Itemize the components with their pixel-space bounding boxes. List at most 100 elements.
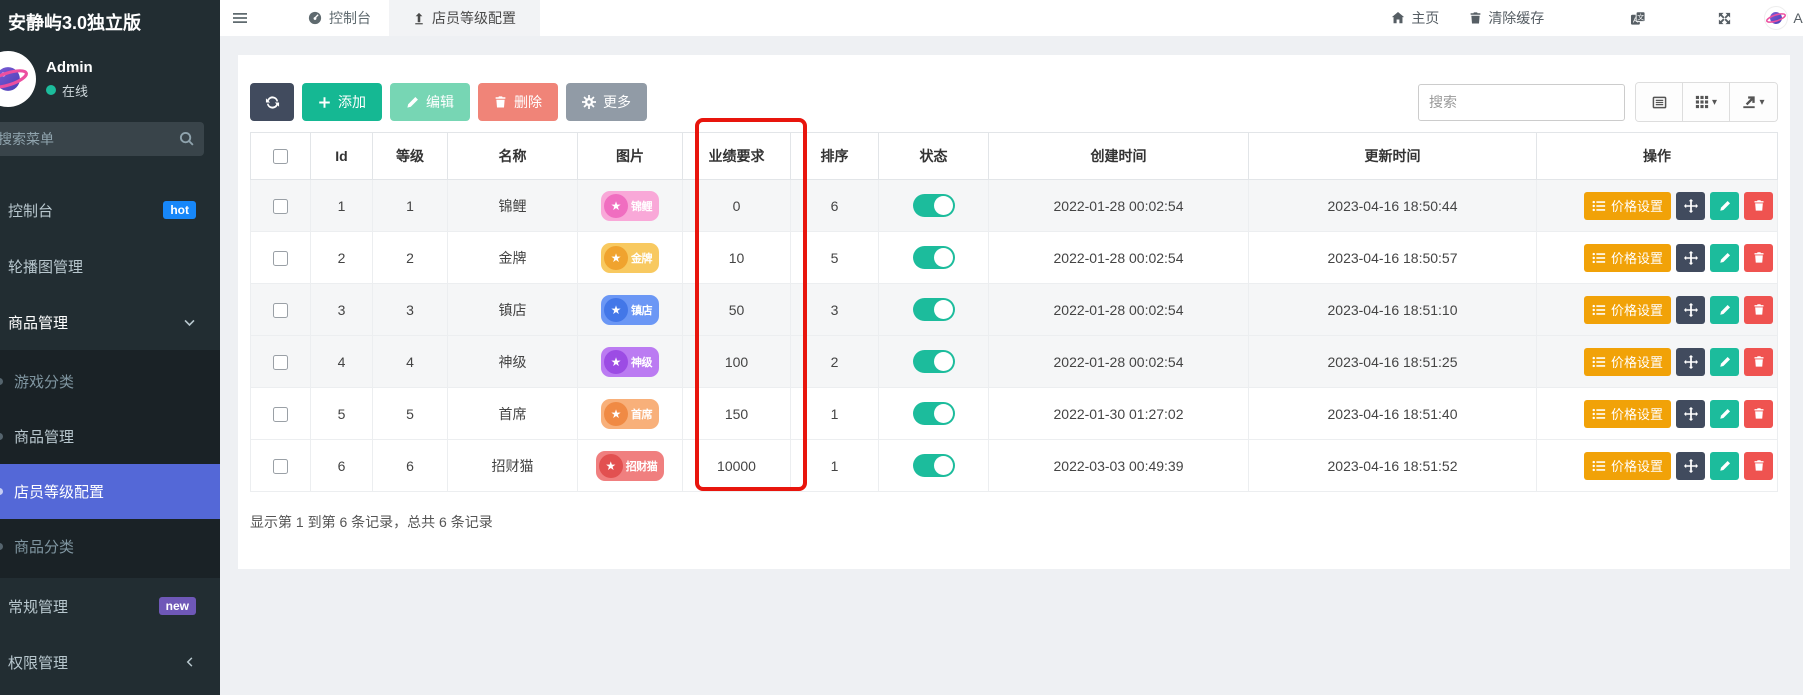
price-settings-button[interactable]: 价格设置 bbox=[1584, 296, 1671, 324]
translate-icon-button[interactable]: A 文 bbox=[1630, 11, 1646, 26]
add-button[interactable]: 添加 bbox=[302, 83, 382, 121]
price-settings-button[interactable]: 价格设置 bbox=[1584, 192, 1671, 220]
more-button[interactable]: 更多 bbox=[566, 83, 647, 121]
delete-row-button[interactable] bbox=[1744, 400, 1773, 428]
column-header[interactable]: 创建时间 bbox=[989, 133, 1249, 180]
price-settings-button[interactable]: 价格设置 bbox=[1584, 244, 1671, 272]
column-header[interactable]: 更新时间 bbox=[1249, 133, 1537, 180]
sidebar-item-goods-sub[interactable]: 商品管理 bbox=[0, 409, 220, 464]
sidebar-item-general-management[interactable]: 常规管理 new bbox=[0, 578, 220, 634]
column-header[interactable]: 等级 bbox=[373, 133, 448, 180]
cell-requirement: 0 bbox=[683, 180, 791, 232]
online-dot-icon bbox=[46, 85, 56, 95]
sidebar-toggle-button[interactable] bbox=[220, 0, 260, 36]
edit-row-button[interactable] bbox=[1710, 452, 1739, 480]
cell-level: 1 bbox=[373, 180, 448, 232]
home-link[interactable]: 主页 bbox=[1391, 8, 1439, 28]
status-toggle[interactable] bbox=[913, 454, 955, 477]
sidebar-item-label: 常规管理 bbox=[8, 596, 159, 617]
cell-sort: 3 bbox=[791, 284, 879, 336]
badge-text: 招财猫 bbox=[626, 458, 658, 474]
move-row-button[interactable] bbox=[1676, 244, 1705, 272]
tab-console[interactable]: 控制台 bbox=[290, 0, 389, 36]
price-settings-button[interactable]: 价格设置 bbox=[1584, 348, 1671, 376]
edit-row-button[interactable] bbox=[1710, 244, 1739, 272]
cell-name: 金牌 bbox=[448, 232, 578, 284]
delete-row-button[interactable] bbox=[1744, 244, 1773, 272]
table-view-button-group: ▾ ▾ bbox=[1635, 82, 1778, 122]
status-toggle[interactable] bbox=[913, 350, 955, 373]
edit-row-button[interactable] bbox=[1710, 400, 1739, 428]
edit-label: 编辑 bbox=[426, 92, 454, 112]
sidebar-item-goods-management[interactable]: 商品管理 bbox=[0, 294, 220, 350]
edit-row-button[interactable] bbox=[1710, 296, 1739, 324]
trash-icon bbox=[1753, 459, 1765, 472]
move-row-button[interactable] bbox=[1676, 452, 1705, 480]
cell-level: 5 bbox=[373, 388, 448, 440]
column-header[interactable]: 图片 bbox=[578, 133, 683, 180]
status-toggle[interactable] bbox=[913, 298, 955, 321]
price-settings-label: 价格设置 bbox=[1611, 196, 1663, 215]
cell-sort: 5 bbox=[791, 232, 879, 284]
trash-icon bbox=[494, 95, 507, 109]
move-row-button[interactable] bbox=[1676, 348, 1705, 376]
table-search-input[interactable] bbox=[1418, 84, 1625, 121]
row-checkbox[interactable] bbox=[273, 303, 288, 318]
topbar-user-menu[interactable]: Admin bbox=[1765, 7, 1803, 29]
trash-icon bbox=[1753, 407, 1765, 420]
sidebar-item-game-category[interactable]: 游戏分类 bbox=[0, 354, 220, 409]
sidebar-item-carousel[interactable]: 轮播图管理 bbox=[0, 238, 220, 294]
column-header[interactable]: 业绩要求 bbox=[683, 133, 791, 180]
refresh-button[interactable] bbox=[250, 83, 294, 121]
column-header[interactable]: 名称 bbox=[448, 133, 578, 180]
sidebar-item-goods-category[interactable]: 商品分类 bbox=[0, 519, 220, 574]
price-settings-button[interactable]: 价格设置 bbox=[1584, 400, 1671, 428]
column-header[interactable]: 排序 bbox=[791, 133, 879, 180]
move-row-button[interactable] bbox=[1676, 192, 1705, 220]
status-toggle[interactable] bbox=[913, 246, 955, 269]
menu-search-input[interactable] bbox=[0, 122, 204, 156]
row-checkbox[interactable] bbox=[273, 355, 288, 370]
status-toggle[interactable] bbox=[913, 194, 955, 217]
edit-button[interactable]: 编辑 bbox=[390, 83, 470, 121]
cell-created: 2022-01-28 00:02:54 bbox=[989, 232, 1249, 284]
delete-row-button[interactable] bbox=[1744, 452, 1773, 480]
hot-badge: hot bbox=[163, 201, 196, 219]
fullscreen-button[interactable] bbox=[1717, 11, 1732, 26]
column-header[interactable]: 操作 bbox=[1537, 133, 1778, 180]
row-checkbox[interactable] bbox=[273, 407, 288, 422]
columns-dropdown-button[interactable]: ▾ bbox=[1683, 83, 1730, 121]
cell-sort: 6 bbox=[791, 180, 879, 232]
tab-clerk-level-config[interactable]: 店员等级配置 bbox=[389, 0, 540, 36]
edit-row-button[interactable] bbox=[1710, 348, 1739, 376]
delete-row-button[interactable] bbox=[1744, 192, 1773, 220]
avatar bbox=[0, 51, 36, 107]
move-row-button[interactable] bbox=[1676, 296, 1705, 324]
delete-button[interactable]: 删除 bbox=[478, 83, 558, 121]
row-checkbox[interactable] bbox=[273, 459, 288, 474]
table-row: 55首席★首席15012022-01-30 01:27:022023-04-16… bbox=[251, 388, 1778, 440]
status-toggle[interactable] bbox=[913, 402, 955, 425]
select-all-checkbox[interactable] bbox=[273, 149, 288, 164]
row-checkbox[interactable] bbox=[273, 251, 288, 266]
toggle-view-button[interactable] bbox=[1636, 83, 1683, 121]
sidebar-item-console[interactable]: 控制台 hot bbox=[0, 182, 220, 238]
clear-cache-button[interactable]: 清除缓存 bbox=[1469, 8, 1544, 28]
list-bullets-icon bbox=[1592, 407, 1606, 421]
row-checkbox[interactable] bbox=[273, 199, 288, 214]
sidebar-item-clerk-level-config[interactable]: 店员等级配置 bbox=[0, 464, 220, 519]
level-badge-image: ★金牌 bbox=[601, 243, 659, 273]
delete-row-button[interactable] bbox=[1744, 348, 1773, 376]
sidebar-item-permission-management[interactable]: 权限管理 bbox=[0, 634, 220, 690]
move-row-button[interactable] bbox=[1676, 400, 1705, 428]
sidebar-item-label: 游戏分类 bbox=[14, 371, 196, 392]
topbar-right: 主页 清除缓存 A 文 bbox=[1391, 0, 1803, 36]
column-header[interactable]: 状态 bbox=[879, 133, 989, 180]
price-settings-button[interactable]: 价格设置 bbox=[1584, 452, 1671, 480]
tab-label: 店员等级配置 bbox=[432, 8, 516, 28]
edit-row-button[interactable] bbox=[1710, 192, 1739, 220]
export-dropdown-button[interactable]: ▾ bbox=[1730, 83, 1777, 121]
cell-level: 3 bbox=[373, 284, 448, 336]
column-header[interactable]: Id bbox=[311, 133, 373, 180]
delete-row-button[interactable] bbox=[1744, 296, 1773, 324]
